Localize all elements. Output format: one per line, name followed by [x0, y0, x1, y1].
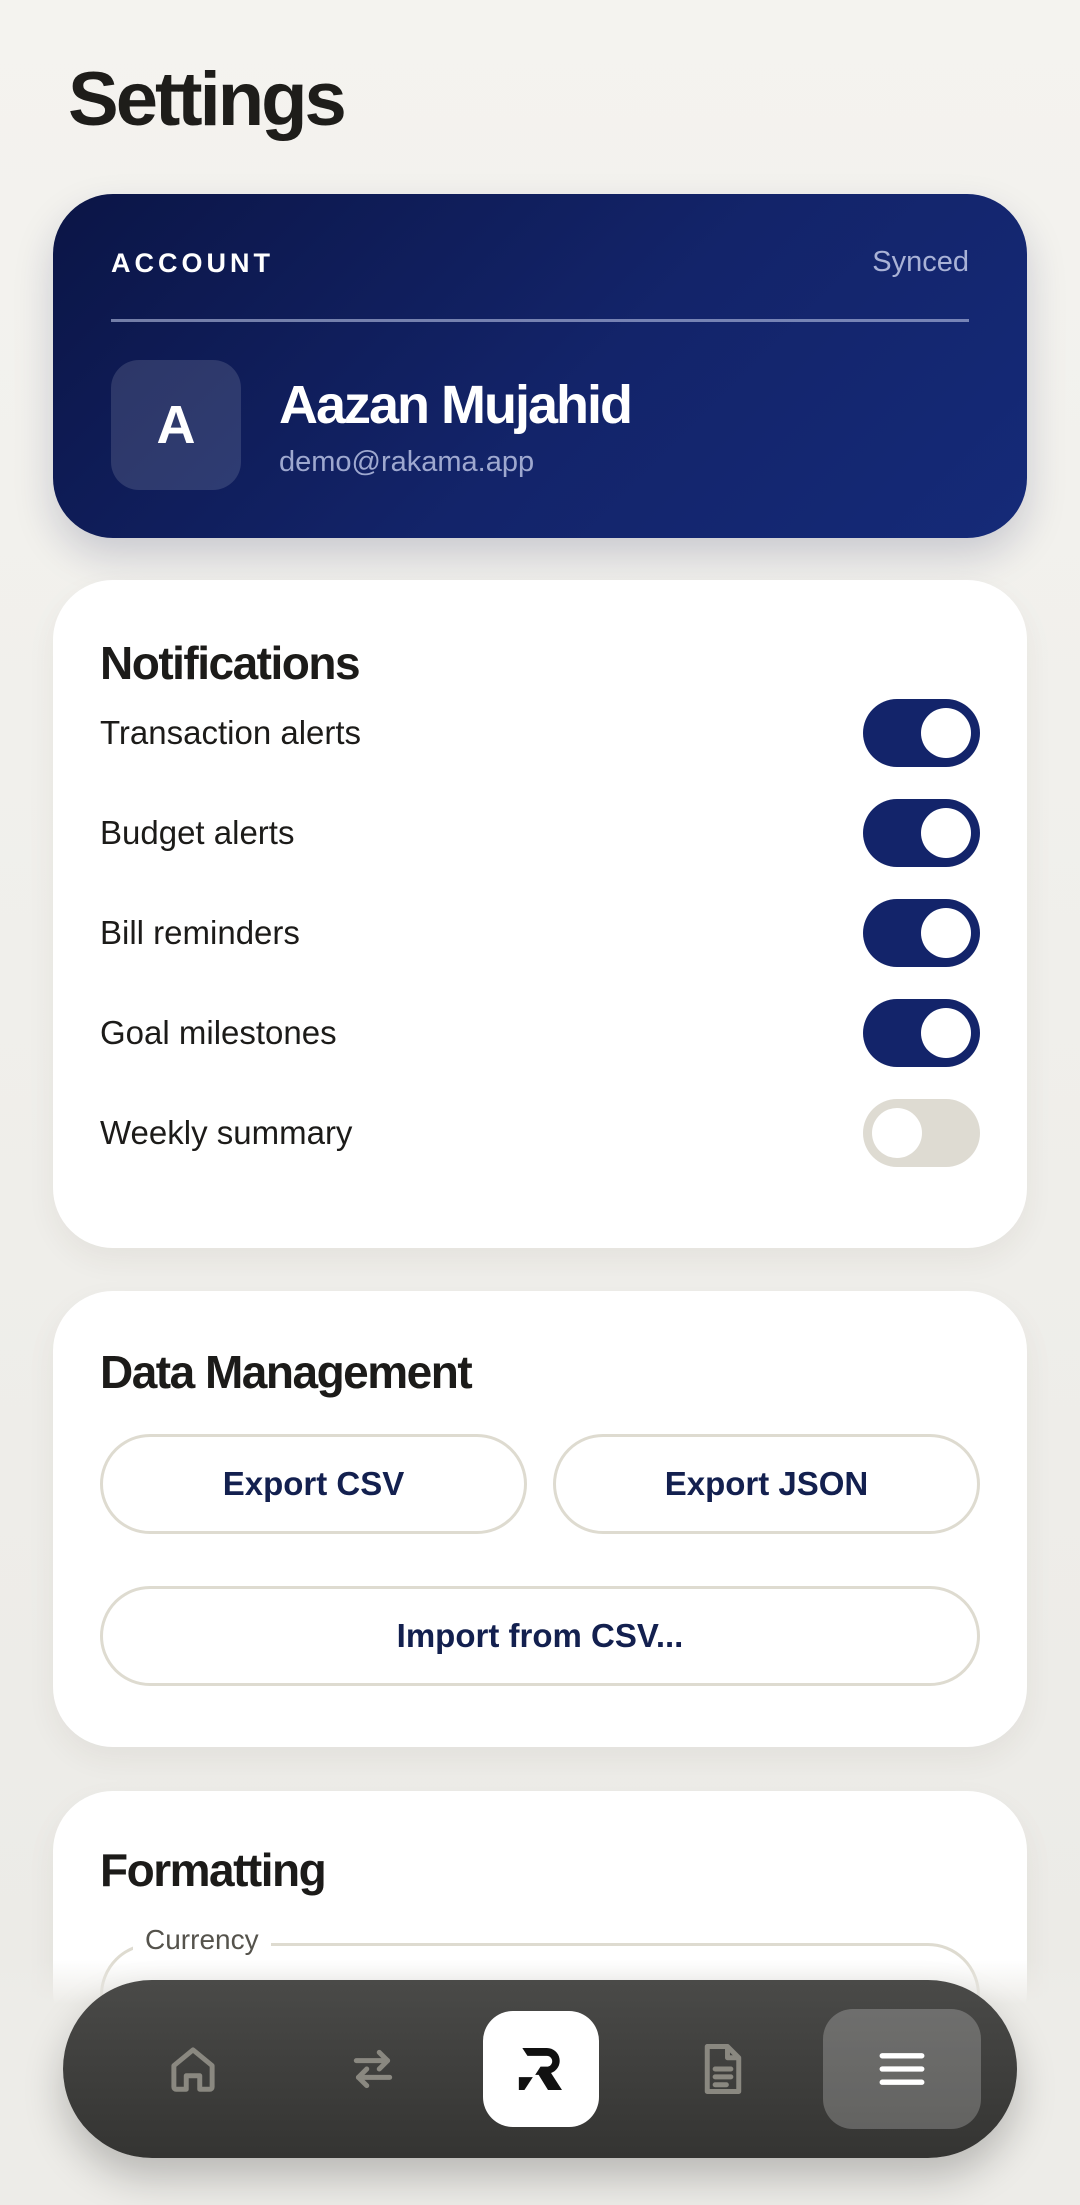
nav-settings-button[interactable]	[823, 2009, 981, 2129]
formatting-title: Formatting	[100, 1844, 327, 1896]
toggle-knob	[921, 908, 971, 958]
data-management-card: Data Management Export CSV Export JSON I…	[53, 1291, 1027, 1747]
data-management-title: Data Management	[100, 1346, 473, 1398]
transfer-icon	[353, 2049, 393, 2089]
setting-row-weekly-summary: Weekly summary	[100, 1098, 980, 1168]
toggle-knob	[921, 1008, 971, 1058]
import-csv-button[interactable]: Import from CSV...	[100, 1586, 980, 1686]
transaction-alerts-toggle[interactable]	[863, 699, 980, 767]
nav-home-logo-button[interactable]	[483, 2011, 599, 2127]
export-json-button[interactable]: Export JSON	[553, 1434, 980, 1534]
setting-row-transaction-alerts: Transaction alerts	[100, 698, 980, 768]
setting-label: Transaction alerts	[100, 714, 362, 751]
goal-milestones-toggle[interactable]	[863, 999, 980, 1067]
setting-label: Goal milestones	[100, 1014, 337, 1051]
setting-label: Budget alerts	[100, 814, 295, 851]
budget-alerts-toggle[interactable]	[863, 799, 980, 867]
weekly-summary-toggle[interactable]	[863, 1099, 980, 1167]
nav-home-button[interactable]	[143, 2019, 243, 2119]
currency-label: Currency	[133, 1924, 271, 1956]
nav-transactions-button[interactable]	[323, 2019, 423, 2119]
account-card[interactable]: ACCOUNT Synced A Aazan Mujahid demo@raka…	[53, 194, 1027, 538]
notifications-card: Notifications Transaction alerts Budget …	[53, 580, 1027, 1248]
app-logo-icon	[518, 2048, 562, 2090]
divider	[111, 319, 969, 322]
toggle-knob	[921, 808, 971, 858]
toggle-knob	[872, 1108, 922, 1158]
setting-label: Bill reminders	[100, 914, 300, 951]
export-csv-button[interactable]: Export CSV	[100, 1434, 527, 1534]
page-title: Settings	[68, 57, 347, 142]
bill-reminders-toggle[interactable]	[863, 899, 980, 967]
document-icon	[704, 2044, 742, 2094]
notifications-title: Notifications	[100, 637, 361, 689]
nav-reports-button[interactable]	[673, 2019, 773, 2119]
setting-label: Weekly summary	[100, 1114, 353, 1151]
sync-status: Synced	[872, 246, 969, 278]
menu-icon	[879, 2053, 925, 2085]
account-name: Aazan Mujahid	[279, 375, 633, 435]
home-icon	[171, 2047, 215, 2092]
account-email: demo@rakama.app	[279, 446, 535, 478]
avatar: A	[111, 360, 241, 490]
account-section-label: ACCOUNT	[111, 248, 274, 278]
setting-row-budget-alerts: Budget alerts	[100, 798, 980, 868]
setting-row-bill-reminders: Bill reminders	[100, 898, 980, 968]
toggle-knob	[921, 708, 971, 758]
bottom-nav	[63, 1980, 1017, 2158]
setting-row-goal-milestones: Goal milestones	[100, 998, 980, 1068]
